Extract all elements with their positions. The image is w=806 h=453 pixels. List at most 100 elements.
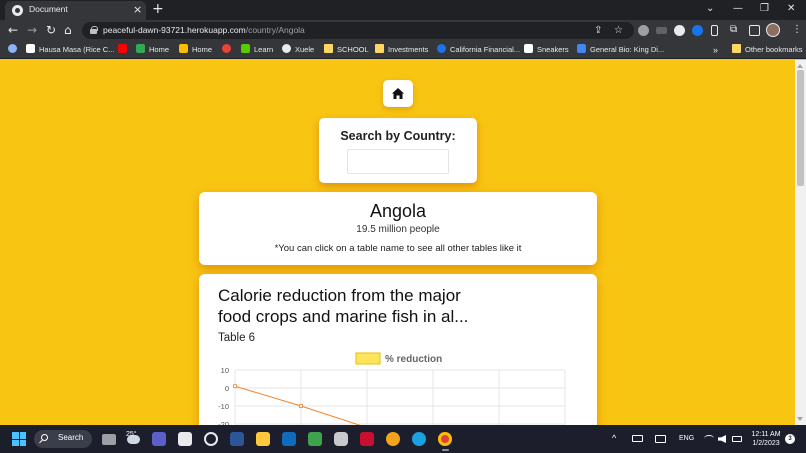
ww-extension-icon[interactable] <box>656 27 667 34</box>
page-scrollbar[interactable] <box>795 60 806 425</box>
country-search-input[interactable] <box>347 149 449 174</box>
bookmark-label: Hausa Masa (Rice C... <box>39 45 115 54</box>
bookmark-8[interactable]: General Bio: King Di... <box>577 44 664 56</box>
bookmark-4[interactable]: SCHOOL <box>324 44 369 56</box>
bookmarks-bar: Hausa Masa (Rice C... Home Home Learn Xu… <box>0 41 806 59</box>
edge-icon[interactable] <box>412 432 426 446</box>
forward-button[interactable]: → <box>27 23 37 38</box>
url-path: /country/Angola <box>245 25 305 35</box>
widgets-icon[interactable] <box>178 432 192 446</box>
pinwheel-icon[interactable] <box>222 44 235 56</box>
table-hint-text: *You can click on a table name to see al… <box>274 243 522 254</box>
mcafee-icon[interactable] <box>360 432 374 446</box>
teams-icon[interactable] <box>152 432 166 446</box>
taskbar-clock[interactable]: 12:11 AM 1/2/2023 <box>750 430 782 448</box>
bookmark-1b[interactable]: Home <box>179 44 212 56</box>
close-window-button[interactable]: ✕ <box>787 2 795 16</box>
search-card: Search by Country: <box>319 118 477 183</box>
bookmarks-overflow-button[interactable]: » <box>713 44 718 56</box>
notification-badge[interactable]: 3 <box>785 434 795 444</box>
bookmark-0[interactable]: Hausa Masa (Rice C... <box>26 44 114 56</box>
roblox-icon[interactable] <box>334 432 348 446</box>
windows-start-icon[interactable] <box>12 432 26 446</box>
tab-close-button[interactable]: × <box>133 3 142 17</box>
grammar-extension-icon[interactable] <box>692 25 703 36</box>
bookmark-label: Home <box>192 45 213 54</box>
bookmark-5[interactable]: Investments <box>375 44 428 56</box>
volume-icon[interactable] <box>718 435 726 443</box>
bookmark-7[interactable]: Sneakers <box>524 44 569 56</box>
word-icon[interactable] <box>230 432 244 446</box>
folder-icon <box>324 44 333 53</box>
sidepanel-icon[interactable] <box>749 25 760 36</box>
scroll-up-arrow[interactable] <box>797 64 803 68</box>
bookmark-label: SCHOOL <box>337 45 369 54</box>
back-button[interactable]: ← <box>8 23 18 38</box>
display-icon[interactable] <box>655 435 666 443</box>
bookmark-1[interactable]: Home <box>136 44 169 56</box>
clock-time: 12:11 AM <box>751 431 781 438</box>
table-subtitle: Table 6 <box>218 332 256 344</box>
scratch-icon[interactable] <box>386 432 400 446</box>
search-label: Search by Country: <box>340 129 456 143</box>
menu-icon[interactable]: ⋮ <box>792 23 802 37</box>
y-tick-label: -10 <box>218 402 229 411</box>
table-title-line2: food crops and marine fish in al... <box>218 307 469 326</box>
tray-overflow-chevron[interactable]: ^ <box>612 433 616 443</box>
task-view-icon[interactable] <box>102 434 116 445</box>
device-extension-icon[interactable] <box>711 25 718 36</box>
tab-search-icon[interactable]: ⌄ <box>706 2 714 16</box>
share-icon[interactable]: ⇪ <box>594 24 602 38</box>
extensions-icon[interactable]: ⧉ <box>730 23 737 37</box>
address-bar[interactable]: peaceful-dawn-93721.herokuapp.com/countr… <box>82 22 634 39</box>
home-link-button[interactable] <box>383 80 413 107</box>
folder-icon <box>732 44 741 53</box>
minimize-button[interactable]: — <box>733 2 743 16</box>
bookmark-label: Learn <box>254 45 274 54</box>
bookmark-6[interactable]: California Financial... <box>437 44 520 56</box>
apps-icon[interactable] <box>8 44 21 56</box>
bookmark-star-icon[interactable]: ☆ <box>614 24 623 38</box>
reload-button[interactable]: ↻ <box>46 23 56 38</box>
chrome-icon[interactable] <box>438 432 452 446</box>
language-indicator[interactable]: ENG <box>679 435 694 442</box>
wifi-icon[interactable] <box>704 435 714 442</box>
search-icon <box>41 434 48 441</box>
doc-icon <box>577 44 586 53</box>
youtube-icon[interactable] <box>118 44 131 56</box>
globe-icon <box>282 44 291 53</box>
other-bookmarks[interactable]: Other bookmarks <box>732 44 803 56</box>
browser-tab[interactable]: Document × <box>5 1 146 20</box>
grid-icon <box>179 44 188 53</box>
s-extension-icon[interactable] <box>674 25 685 36</box>
m-icon <box>524 44 533 53</box>
new-tab-button[interactable]: + <box>152 2 164 17</box>
tab-title: Document <box>29 4 68 14</box>
data-point <box>233 384 237 389</box>
video-icon <box>26 44 35 53</box>
scroll-down-arrow[interactable] <box>797 417 803 421</box>
y-tick-label: 0 <box>225 384 229 393</box>
bookmark-3[interactable]: Xuele <box>282 44 314 56</box>
file-explorer-icon[interactable] <box>256 432 270 446</box>
taskbar-search[interactable]: Search <box>34 430 92 448</box>
taskbar-search-label: Search <box>58 433 84 442</box>
lock-icon <box>90 26 98 34</box>
home-button[interactable]: ⌂ <box>64 23 72 38</box>
scroll-thumb[interactable] <box>797 70 804 186</box>
outlook-icon[interactable] <box>282 432 296 446</box>
bookmark-label: Sneakers <box>537 45 569 54</box>
profile-avatar[interactable] <box>766 23 780 37</box>
media-player-icon[interactable] <box>204 432 218 446</box>
bookmark-2[interactable]: Learn <box>241 44 273 56</box>
keyboard-icon[interactable] <box>632 435 643 442</box>
battery-icon[interactable] <box>732 436 742 442</box>
url-host: peaceful-dawn-93721.herokuapp.com <box>103 25 246 35</box>
table-title-link[interactable]: Calorie reduction from the major food cr… <box>218 285 518 327</box>
minecraft-icon[interactable] <box>308 432 322 446</box>
camera-extension-icon[interactable] <box>638 25 649 36</box>
restore-button[interactable]: ❐ <box>760 2 769 16</box>
table-card: Calorie reduction from the major food cr… <box>199 274 597 425</box>
owl-icon <box>241 44 250 53</box>
country-card: Angola 19.5 million people *You can clic… <box>199 192 597 265</box>
